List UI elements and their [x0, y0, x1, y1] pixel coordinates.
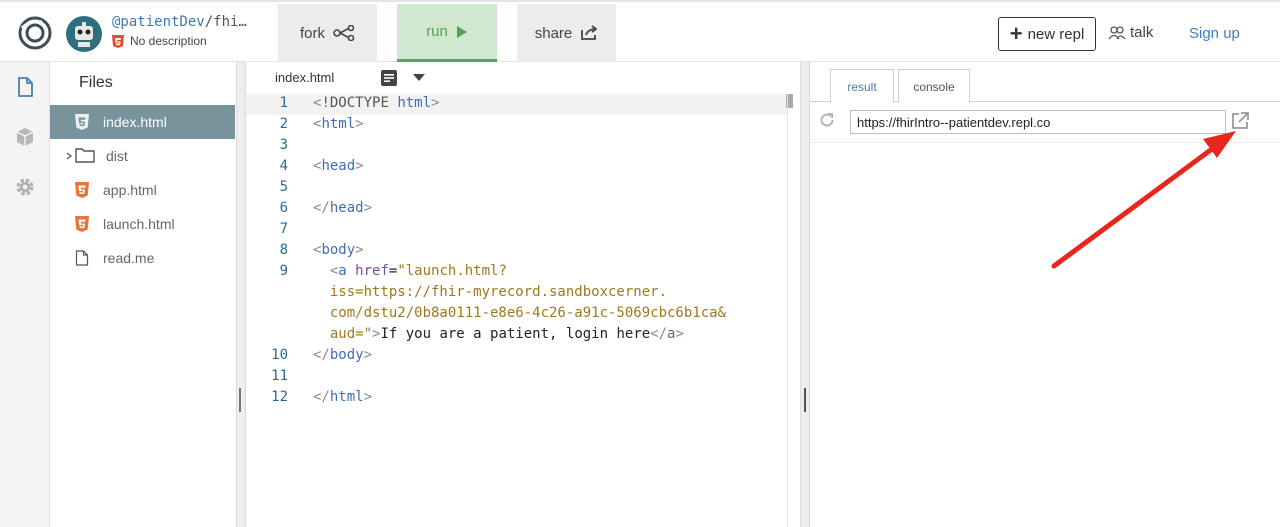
code-line: com/dstu2/0b8a0111-e8e6-4c26-a91c-5069cb…: [313, 305, 727, 321]
line-number: 3: [279, 137, 288, 153]
result-resize-handle[interactable]: [804, 388, 806, 412]
editor-tab-bar: index.html: [246, 62, 800, 94]
line-number: 5: [279, 179, 288, 195]
line-number: 8: [279, 242, 288, 258]
html5-icon: [75, 114, 89, 130]
file-item-dist[interactable]: dist: [50, 139, 235, 173]
file-label: dist: [106, 148, 128, 164]
chevron-right-icon[interactable]: [66, 152, 72, 160]
file-label: launch.html: [103, 216, 175, 232]
fork-icon: [333, 25, 355, 41]
code-line: </head>: [313, 200, 373, 216]
line-number: 2: [279, 116, 288, 132]
line-number: 7: [279, 221, 288, 237]
code-editor[interactable]: 1 2 3 4 5 6 7 8 9 10 11 12 <!DOCTYPE htm…: [246, 94, 800, 527]
file-item-read-me[interactable]: read.me: [50, 241, 235, 275]
description-text: No description: [130, 34, 207, 48]
fork-button[interactable]: fork: [278, 4, 377, 62]
folder-icon: [75, 148, 95, 163]
share-label: share: [534, 24, 573, 42]
code-line: aud=">If you are a patient, login here</…: [313, 326, 684, 342]
repl-description[interactable]: No description: [112, 34, 262, 48]
files-panel: Files index.html dist app.html launch.ht…: [50, 62, 236, 527]
sign-up-link[interactable]: Sign up: [1189, 25, 1240, 42]
repl-owner[interactable]: @patientDev: [112, 14, 205, 30]
share-button[interactable]: share: [517, 4, 616, 62]
code-line: <body>: [313, 242, 364, 258]
line-number: 1: [279, 95, 288, 111]
html5-icon: [75, 182, 89, 198]
code-line: iss=https://fhir-myrecord.sandboxcerner.: [313, 284, 668, 300]
file-label: read.me: [103, 250, 155, 266]
user-avatar[interactable]: [66, 16, 102, 52]
run-button[interactable]: run: [397, 4, 497, 62]
tab-result[interactable]: result: [830, 69, 894, 103]
code-line: <html>: [313, 116, 364, 132]
replit-logo-icon[interactable]: [18, 16, 52, 50]
reload-icon[interactable]: [818, 111, 836, 129]
editor-right-edge: [787, 94, 800, 527]
file-item-app-html[interactable]: app.html: [50, 173, 235, 207]
html5-icon: [112, 34, 124, 48]
top-bar: @patientDev/fhi… No description fork run…: [0, 0, 1280, 62]
play-icon: [456, 25, 467, 38]
files-title: Files: [79, 74, 113, 91]
code-line: </body>: [313, 347, 373, 363]
chevron-down-icon[interactable]: [413, 74, 425, 81]
document-icon: [75, 250, 89, 266]
tab-console[interactable]: console: [898, 69, 970, 103]
settings-gear-icon[interactable]: [14, 176, 36, 198]
repl-name[interactable]: @patientDev/fhi…: [112, 14, 262, 30]
talk-link[interactable]: talk: [1108, 24, 1153, 41]
file-item-launch-html[interactable]: launch.html: [50, 207, 235, 241]
editor-result-divider[interactable]: [800, 62, 810, 527]
robot-avatar-icon: [75, 22, 93, 47]
url-field[interactable]: https://fhirIntro--patientdev.repl.co: [850, 110, 1226, 134]
repl-info: @patientDev/fhi… No description: [112, 14, 262, 48]
new-repl-label: new repl: [1027, 25, 1085, 43]
fork-label: fork: [299, 24, 325, 42]
share-icon: [581, 25, 598, 40]
url-bar: https://fhirIntro--patientdev.repl.co: [810, 103, 1280, 143]
open-in-new-tab-icon[interactable]: [1230, 111, 1250, 131]
file-icon[interactable]: [14, 76, 36, 98]
line-number: 9: [279, 263, 288, 279]
new-repl-button[interactable]: + new repl: [998, 17, 1096, 51]
repl-slug: /fhi…: [204, 14, 247, 30]
editor-menu-icon[interactable]: [379, 68, 399, 88]
files-resize-handle[interactable]: [239, 388, 241, 412]
files-editor-divider[interactable]: [236, 62, 246, 527]
file-label: index.html: [103, 114, 167, 130]
line-number: 4: [279, 158, 288, 174]
line-number: 6: [279, 200, 288, 216]
editor-tab-index-html[interactable]: index.html: [275, 70, 334, 85]
run-label: run: [426, 23, 448, 40]
file-label: app.html: [103, 182, 157, 198]
result-tab-bar: result console: [810, 62, 1280, 103]
result-pane: result console https://fhirIntro--patien…: [810, 62, 1280, 527]
left-rail: [0, 62, 50, 527]
code-line: <!DOCTYPE html>: [313, 95, 440, 111]
code-line: <head>: [313, 158, 364, 174]
people-icon: [1108, 25, 1126, 39]
html5-icon: [75, 216, 89, 232]
talk-label: talk: [1130, 24, 1154, 41]
line-number: 12: [271, 389, 288, 405]
line-number: 10: [271, 347, 288, 363]
file-item-index-html[interactable]: index.html: [50, 105, 235, 139]
package-icon[interactable]: [14, 126, 36, 148]
line-number: 11: [271, 368, 288, 384]
code-line: </html>: [313, 389, 373, 405]
code-line: <a href="launch.html?: [329, 263, 507, 279]
plus-icon: +: [1009, 21, 1023, 46]
